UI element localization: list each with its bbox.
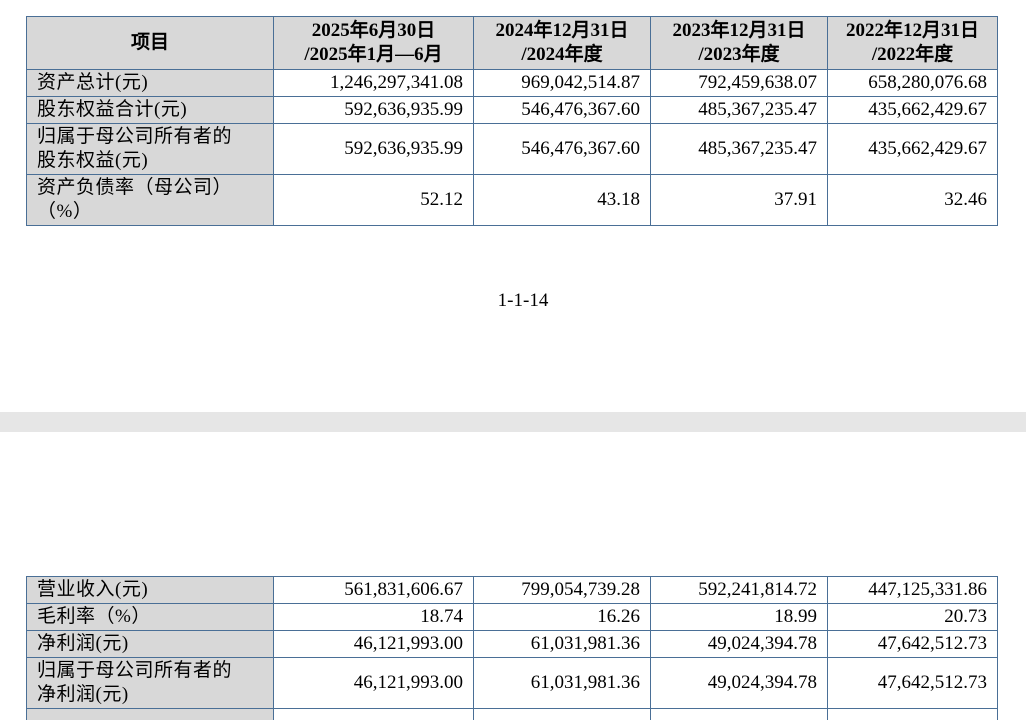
table-cell: 969,042,514.87 bbox=[473, 69, 651, 97]
row-label-line2: 股东权益(元) bbox=[37, 150, 149, 171]
row-label-line2: （%） bbox=[37, 201, 93, 222]
row-label: 资产总计(元) bbox=[26, 69, 274, 97]
header-col-2024-line2: /2024年度 bbox=[521, 44, 603, 65]
header-col-2022-line1: 2022年12月31日 bbox=[845, 20, 979, 41]
header-col-2023: 2023年12月31日 /2023年度 bbox=[650, 16, 828, 70]
table-cell: 592,636,935.99 bbox=[273, 123, 474, 175]
table-row-parent-equity: 归属于母公司所有者的 股东权益(元) 592,636,935.99 546,47… bbox=[26, 123, 998, 175]
table-cell: 1,246,297,341.08 bbox=[273, 69, 474, 97]
header-col-2023-line1: 2023年12月31日 bbox=[672, 20, 806, 41]
row-label-line1: 净利润(元) bbox=[37, 633, 129, 654]
row-label: 归属于母公司所有者的 股东权益(元) bbox=[26, 123, 274, 175]
table-cell: 52.12 bbox=[273, 174, 474, 226]
row-label-line1: 资产负债率（母公司） bbox=[37, 177, 233, 198]
table-row-parent-net-profit: 归属于母公司所有者的 净利润(元) 46,121,993.00 61,031,9… bbox=[26, 657, 998, 709]
header-col-2025h1: 2025年6月30日 /2025年1月—6月 bbox=[273, 16, 474, 70]
table-row-partial bbox=[26, 708, 998, 720]
table-cell: 16.26 bbox=[473, 603, 651, 631]
table-row-debt-ratio: 资产负债率（母公司） （%） 52.12 43.18 37.91 32.46 bbox=[26, 174, 998, 226]
table-cell: 546,476,367.60 bbox=[473, 123, 651, 175]
header-col-2024: 2024年12月31日 /2024年度 bbox=[473, 16, 651, 70]
table-cell: 49,024,394.78 bbox=[650, 657, 828, 709]
table-cell: 592,636,935.99 bbox=[273, 96, 474, 124]
table-cell: 592,241,814.72 bbox=[650, 576, 828, 604]
row-label: 毛利率（%） bbox=[26, 603, 274, 631]
table-cell: 32.46 bbox=[827, 174, 998, 226]
header-item-text: 项目 bbox=[130, 32, 169, 53]
table-row-revenue: 营业收入(元) 561,831,606.67 799,054,739.28 59… bbox=[26, 576, 998, 604]
table-cell: 47,642,512.73 bbox=[827, 630, 998, 658]
row-label-line1: 资产总计(元) bbox=[37, 72, 149, 93]
table-cell bbox=[273, 708, 474, 720]
header-col-2025h1-line2: /2025年1月—6月 bbox=[304, 44, 443, 65]
table-header-row: 项目 2025年6月30日 /2025年1月—6月 2024年12月31日 /2… bbox=[26, 16, 998, 70]
row-label: 营业收入(元) bbox=[26, 576, 274, 604]
table-row-net-profit: 净利润(元) 46,121,993.00 61,031,981.36 49,02… bbox=[26, 630, 998, 658]
table-cell: 18.99 bbox=[650, 603, 828, 631]
row-label-line1: 归属于母公司所有者的 bbox=[37, 660, 233, 681]
table-cell: 61,031,981.36 bbox=[473, 630, 651, 658]
table-cell: 61,031,981.36 bbox=[473, 657, 651, 709]
header-col-2022: 2022年12月31日 /2022年度 bbox=[827, 16, 998, 70]
table-cell bbox=[473, 708, 651, 720]
table-row-gross-margin: 毛利率（%） 18.74 16.26 18.99 20.73 bbox=[26, 603, 998, 631]
row-label bbox=[26, 708, 274, 720]
document-page-top: 项目 2025年6月30日 /2025年1月—6月 2024年12月31日 /2… bbox=[0, 0, 1026, 412]
table-cell: 46,121,993.00 bbox=[273, 657, 474, 709]
table-cell: 43.18 bbox=[473, 174, 651, 226]
header-col-2022-line2: /2022年度 bbox=[871, 44, 954, 65]
table-cell: 447,125,331.86 bbox=[827, 576, 998, 604]
header-col-2023-line2: /2023年度 bbox=[698, 44, 780, 65]
row-label-line1: 毛利率（%） bbox=[37, 606, 151, 627]
table-cell bbox=[650, 708, 828, 720]
table-cell: 435,662,429.67 bbox=[827, 123, 998, 175]
table-cell: 561,831,606.67 bbox=[273, 576, 474, 604]
row-label-line1: 营业收入(元) bbox=[37, 579, 149, 600]
table-cell: 485,367,235.47 bbox=[650, 96, 828, 124]
document-page-bottom: 营业收入(元) 561,831,606.67 799,054,739.28 59… bbox=[0, 432, 1026, 720]
table-cell: 18.74 bbox=[273, 603, 474, 631]
table-cell: 792,459,638.07 bbox=[650, 69, 828, 97]
table-cell: 47,642,512.73 bbox=[827, 657, 998, 709]
table-row-total-equity: 股东权益合计(元) 592,636,935.99 546,476,367.60 … bbox=[26, 96, 998, 124]
page-separator bbox=[0, 412, 1026, 432]
table-cell: 546,476,367.60 bbox=[473, 96, 651, 124]
table-cell: 49,024,394.78 bbox=[650, 630, 828, 658]
financial-summary-table-bottom: 营业收入(元) 561,831,606.67 799,054,739.28 59… bbox=[26, 576, 998, 720]
financial-summary-table-top: 项目 2025年6月30日 /2025年1月—6月 2024年12月31日 /2… bbox=[26, 16, 998, 226]
header-col-2024-line1: 2024年12月31日 bbox=[495, 20, 629, 41]
table-cell: 46,121,993.00 bbox=[273, 630, 474, 658]
table-cell: 799,054,739.28 bbox=[473, 576, 651, 604]
table-cell: 485,367,235.47 bbox=[650, 123, 828, 175]
table-cell: 37.91 bbox=[650, 174, 828, 226]
row-label-line1: 股东权益合计(元) bbox=[37, 99, 188, 120]
table-row-total-assets: 资产总计(元) 1,246,297,341.08 969,042,514.87 … bbox=[26, 69, 998, 97]
row-label: 归属于母公司所有者的 净利润(元) bbox=[26, 657, 274, 709]
table-cell: 435,662,429.67 bbox=[827, 96, 998, 124]
page-number: 1-1-14 bbox=[497, 290, 549, 311]
header-col-2025h1-line1: 2025年6月30日 bbox=[311, 20, 436, 41]
row-label: 股东权益合计(元) bbox=[26, 96, 274, 124]
table-cell: 20.73 bbox=[827, 603, 998, 631]
row-label-line1: 归属于母公司所有者的 bbox=[37, 126, 233, 147]
header-item: 项目 bbox=[26, 16, 274, 70]
row-label: 净利润(元) bbox=[26, 630, 274, 658]
row-label-line2: 净利润(元) bbox=[37, 684, 129, 705]
row-label: 资产负债率（母公司） （%） bbox=[26, 174, 274, 226]
table-cell bbox=[827, 708, 998, 720]
table-cell: 658,280,076.68 bbox=[827, 69, 998, 97]
